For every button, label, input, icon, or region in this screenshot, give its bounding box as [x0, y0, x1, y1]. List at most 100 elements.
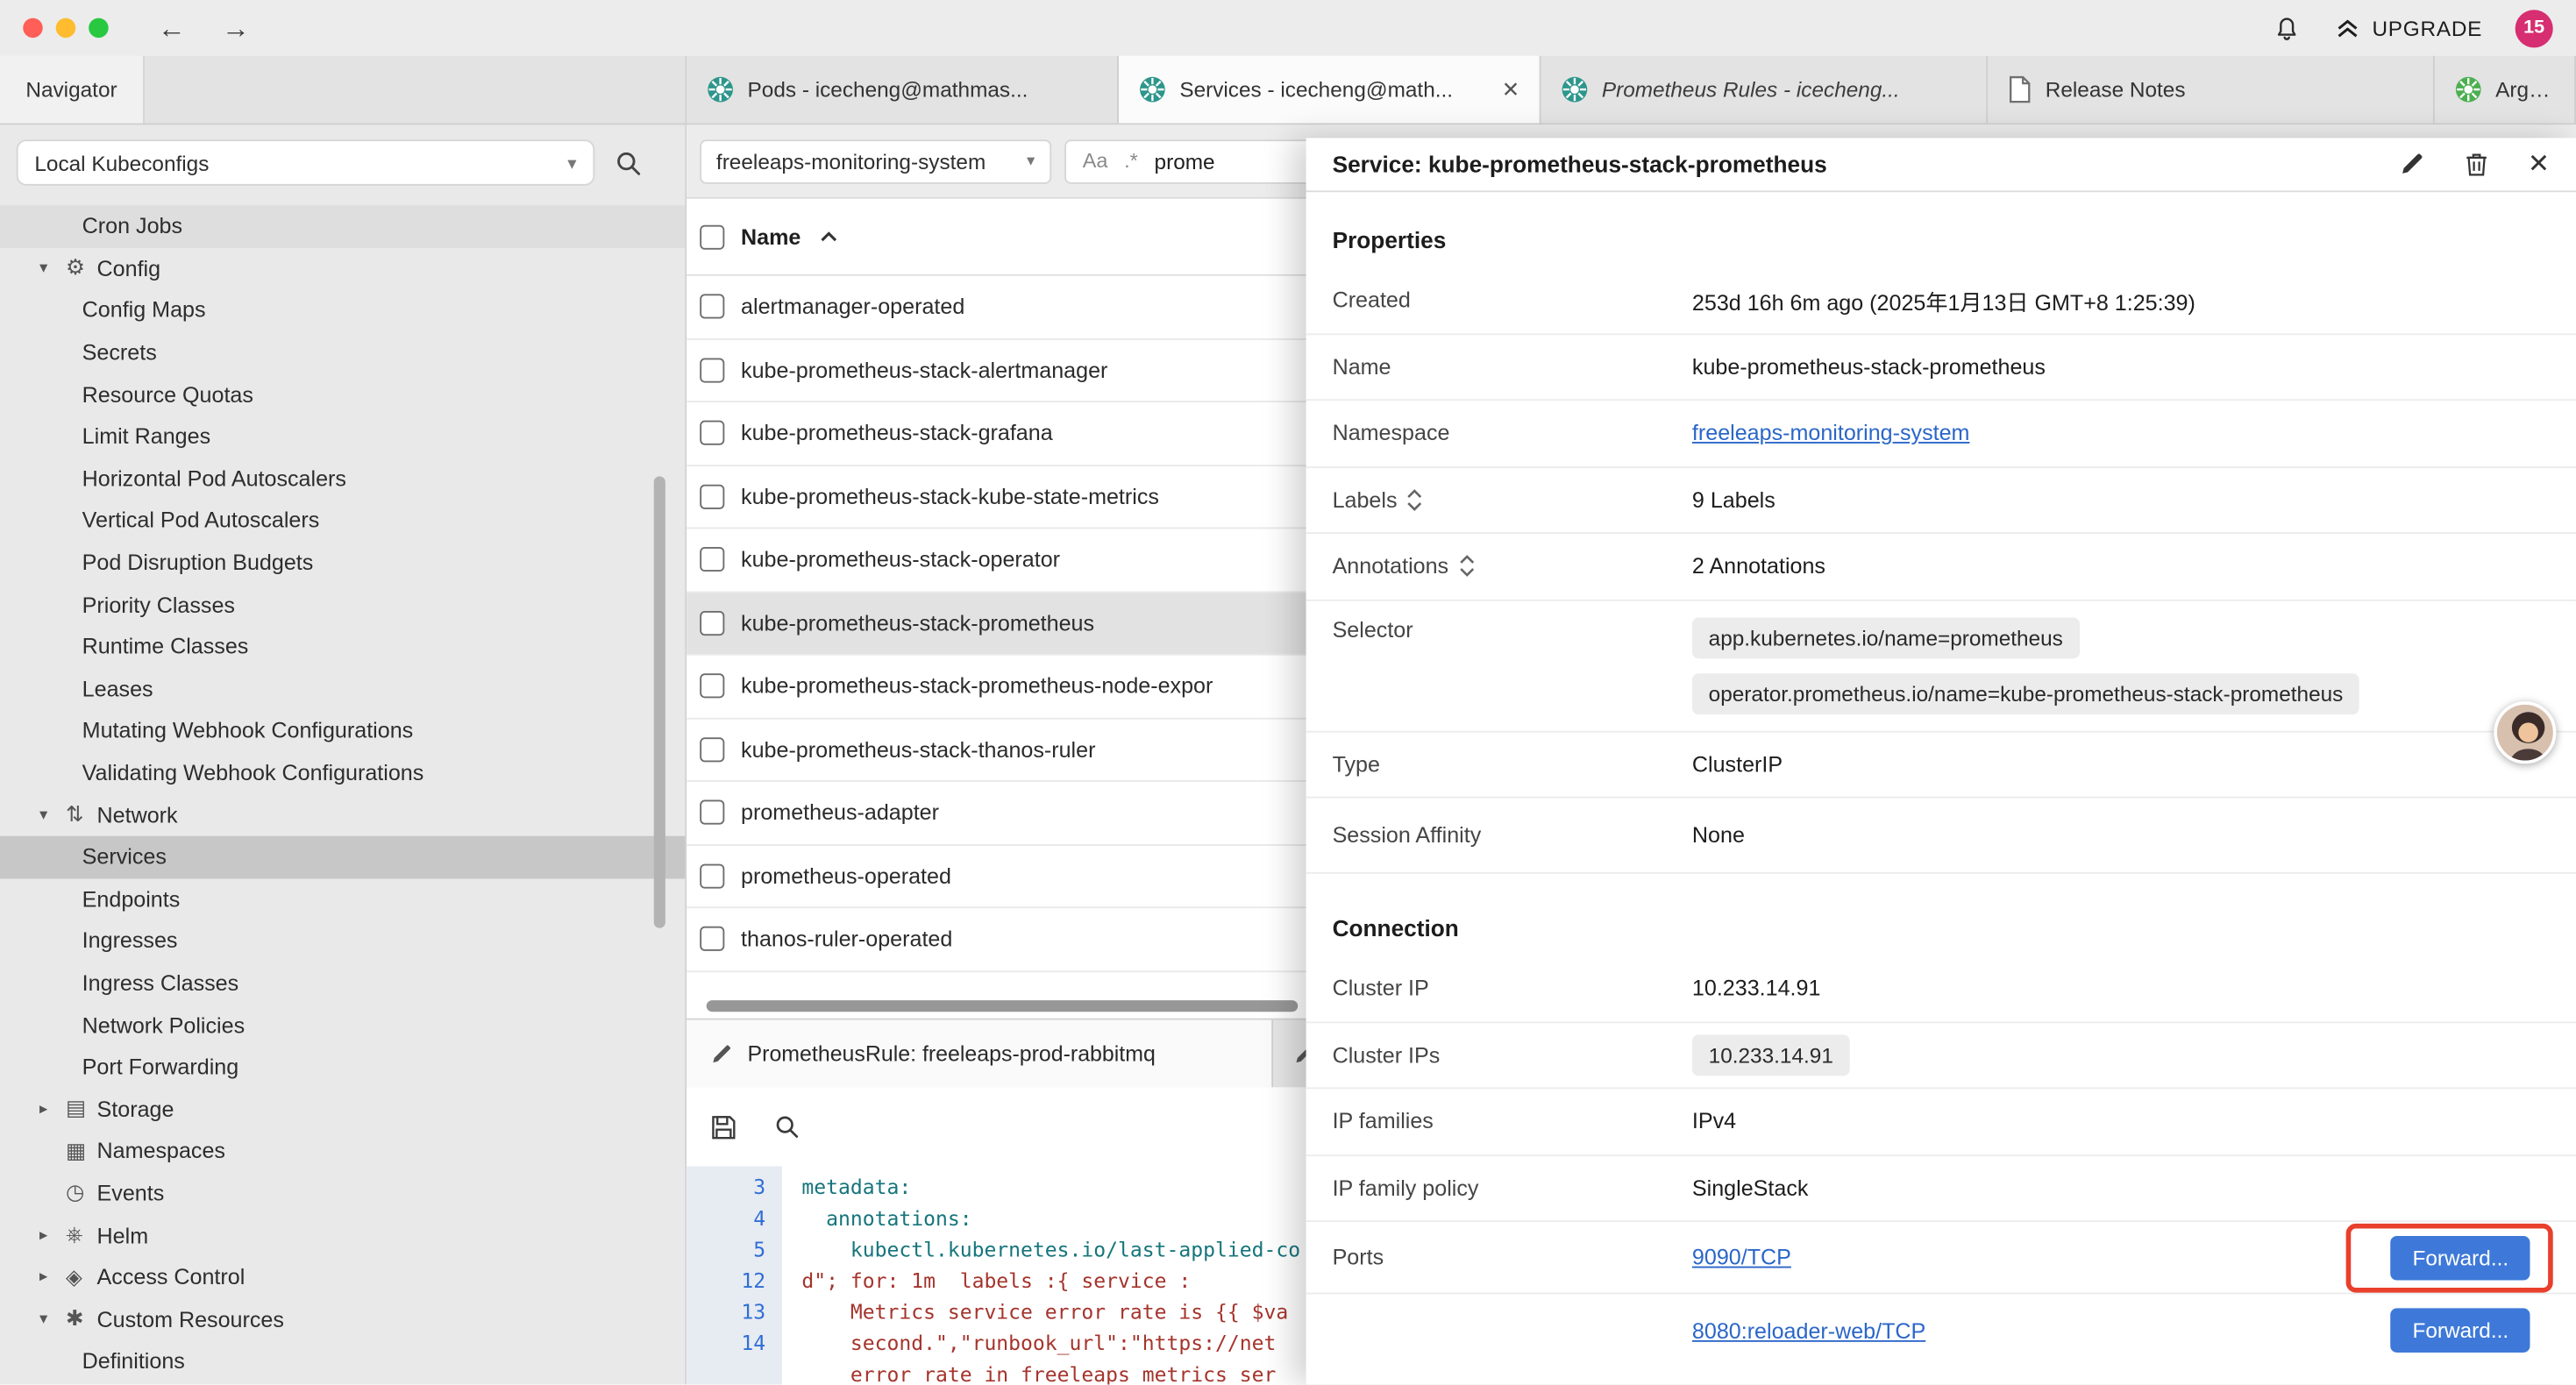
sidebar-item-secrets[interactable]: Secrets	[0, 331, 685, 373]
sidebar-item-vertical-pod-autoscalers[interactable]: Vertical Pod Autoscalers	[0, 500, 685, 542]
sidebar-item-ingress-classes[interactable]: Ingress Classes	[0, 962, 685, 1004]
chevron-right-icon[interactable]: ▸	[39, 1268, 66, 1287]
tab-close-icon[interactable]: ✕	[1502, 76, 1519, 103]
zoom-window-button[interactable]	[89, 18, 108, 38]
cluster-ip-row: Cluster IP 10.233.14.91	[1306, 955, 2576, 1022]
sidebar-item-limit-ranges[interactable]: Limit Ranges	[0, 416, 685, 458]
chevron-down-icon[interactable]: ▾	[39, 806, 66, 824]
back-button[interactable]: ←	[158, 14, 186, 42]
sidebar-item-mutating-webhook-configurations[interactable]: Mutating Webhook Configurations	[0, 710, 685, 752]
tab-pods[interactable]: Pods - icecheng@mathmas...	[687, 56, 1119, 124]
navigator-panel-tab[interactable]: Navigator	[0, 56, 145, 124]
tab-release-notes[interactable]: Release Notes	[1988, 56, 2435, 124]
select-all-checkbox[interactable]	[700, 224, 724, 249]
service-name: kube-prometheus-stack-alertmanager	[741, 358, 1107, 382]
tab-services[interactable]: Services - icecheng@math... ✕	[1119, 56, 1541, 124]
row-checkbox[interactable]	[700, 358, 724, 382]
sidebar-item-definitions[interactable]: Definitions	[0, 1340, 685, 1382]
service-name: kube-prometheus-stack-thanos-ruler	[741, 737, 1095, 762]
chevron-right-icon[interactable]: ▸	[39, 1100, 66, 1119]
close-window-button[interactable]	[23, 18, 42, 38]
regex-toggle[interactable]: .*	[1124, 150, 1138, 173]
tab-argo[interactable]: Argo S...	[2435, 56, 2576, 124]
labels-value: 9 Labels	[1692, 487, 1775, 512]
row-checkbox[interactable]	[700, 927, 724, 951]
sidebar-item-storage[interactable]: ▸▤Storage	[0, 1088, 685, 1130]
name-column-header[interactable]: Name	[741, 224, 801, 249]
match-case-toggle[interactable]: Aa	[1083, 150, 1108, 173]
sidebar-item-port-forwarding[interactable]: Port Forwarding	[0, 1046, 685, 1088]
cluster-ip-value: 10.233.14.91	[1692, 976, 1820, 1000]
sidebar-item-network-policies[interactable]: Network Policies	[0, 1004, 685, 1046]
sidebar-item-validating-webhook-configurations[interactable]: Validating Webhook Configurations	[0, 752, 685, 794]
horizontal-scrollbar[interactable]	[707, 1000, 1299, 1012]
sidebar-item-helm[interactable]: ▸⎈Helm	[0, 1214, 685, 1256]
sidebar-item-label: Port Forwarding	[82, 1055, 238, 1079]
editor-search-icon[interactable]	[774, 1113, 801, 1140]
row-checkbox[interactable]	[700, 547, 724, 572]
tab-prometheus-rules[interactable]: Prometheus Rules - icecheng...	[1541, 56, 1989, 124]
sidebar-item-pod-disruption-budgets[interactable]: Pod Disruption Budgets	[0, 542, 685, 584]
sidebar-item-priority-classes[interactable]: Priority Classes	[0, 584, 685, 626]
sidebar-item-label: Network Policies	[82, 1012, 245, 1037]
tab-label: Release Notes	[2046, 77, 2186, 102]
sidebar-item-events[interactable]: ◷Events	[0, 1172, 685, 1214]
sidebar-scrollbar[interactable]	[654, 476, 665, 927]
dock-tab-prometheusrule[interactable]: PrometheusRule: freeleaps-prod-rabbitmq	[687, 1020, 1273, 1088]
sort-asc-icon[interactable]	[821, 230, 839, 243]
sidebar-item-horizontal-pod-autoscalers[interactable]: Horizontal Pod Autoscalers	[0, 458, 685, 500]
sidebar-item-label: Mutating Webhook Configurations	[82, 719, 414, 743]
expand-collapse-icon[interactable]	[1458, 554, 1475, 579]
namespace-link[interactable]: freeleaps-monitoring-system	[1692, 421, 1970, 445]
notifications-bell-icon[interactable]	[2272, 13, 2302, 43]
save-icon[interactable]	[709, 1112, 737, 1140]
row-checkbox[interactable]	[700, 295, 724, 319]
row-checkbox[interactable]	[700, 484, 724, 508]
sidebar-tree: Cron Jobs▾⚙ConfigConfig MapsSecretsResou…	[0, 205, 685, 1382]
chevron-down-icon[interactable]: ▾	[39, 259, 66, 278]
kubeconfig-select[interactable]: Local Kubeconfigs ▾	[17, 139, 595, 185]
minimize-window-button[interactable]	[56, 18, 75, 38]
sidebar-item-services[interactable]: Services	[0, 836, 685, 878]
row-checkbox[interactable]	[700, 611, 724, 636]
cluster-ips-badge: 10.233.14.91	[1692, 1034, 1850, 1076]
line-number: 5	[687, 1235, 765, 1267]
sidebar-search-icon[interactable]	[615, 149, 643, 177]
sidebar-item-config-maps[interactable]: Config Maps	[0, 289, 685, 331]
sidebar-item-leases[interactable]: Leases	[0, 668, 685, 710]
avatar[interactable]	[2494, 701, 2556, 764]
forward-button[interactable]: Forward...	[2391, 1308, 2530, 1353]
sidebar-item-runtime-classes[interactable]: Runtime Classes	[0, 626, 685, 668]
upgrade-button[interactable]: UPGRADE	[2334, 15, 2482, 41]
expand-collapse-icon[interactable]	[1407, 487, 1424, 512]
sidebar-item-resource-quotas[interactable]: Resource Quotas	[0, 373, 685, 416]
row-checkbox[interactable]	[700, 421, 724, 445]
sidebar-item-config[interactable]: ▾⚙Config	[0, 247, 685, 289]
row-checkbox[interactable]	[700, 737, 724, 762]
forward-button[interactable]: Forward...	[2391, 1235, 2530, 1280]
annotations-label: Annotations	[1333, 554, 1449, 579]
row-checkbox[interactable]	[700, 800, 724, 825]
edit-pencil-icon[interactable]	[2398, 151, 2424, 177]
close-drawer-icon[interactable]: ✕	[2528, 148, 2550, 181]
kubeconfig-select-value: Local Kubeconfigs	[34, 150, 209, 174]
chevron-right-icon[interactable]: ▸	[39, 1226, 66, 1245]
sidebar-item-namespaces[interactable]: ▦Namespaces	[0, 1130, 685, 1172]
row-checkbox[interactable]	[700, 863, 724, 888]
notification-count-badge[interactable]: 15	[2516, 9, 2553, 46]
sidebar-item-cron-jobs[interactable]: Cron Jobs	[0, 205, 685, 247]
row-checkbox[interactable]	[700, 674, 724, 699]
sidebar-item-custom-resources[interactable]: ▾✱Custom Resources	[0, 1298, 685, 1340]
tab-bar: Navigator Pods - icecheng@mathmas... Ser…	[0, 56, 2576, 125]
chevron-down-icon[interactable]: ▾	[39, 1310, 66, 1329]
sidebar-item-network[interactable]: ▾⇅Network	[0, 794, 685, 836]
port-link[interactable]: 8080:reloader-web/TCP	[1692, 1318, 1925, 1343]
search-value: prome	[1155, 149, 1215, 174]
port-link[interactable]: 9090/TCP	[1692, 1245, 1791, 1269]
sidebar-item-ingresses[interactable]: Ingresses	[0, 920, 685, 962]
namespace-select[interactable]: freeleaps-monitoring-system ▾	[700, 138, 1051, 183]
forward-button[interactable]: →	[222, 14, 250, 42]
delete-trash-icon[interactable]	[2464, 151, 2488, 177]
sidebar-item-access-control[interactable]: ▸◈Access Control	[0, 1256, 685, 1298]
sidebar-item-endpoints[interactable]: Endpoints	[0, 877, 685, 920]
